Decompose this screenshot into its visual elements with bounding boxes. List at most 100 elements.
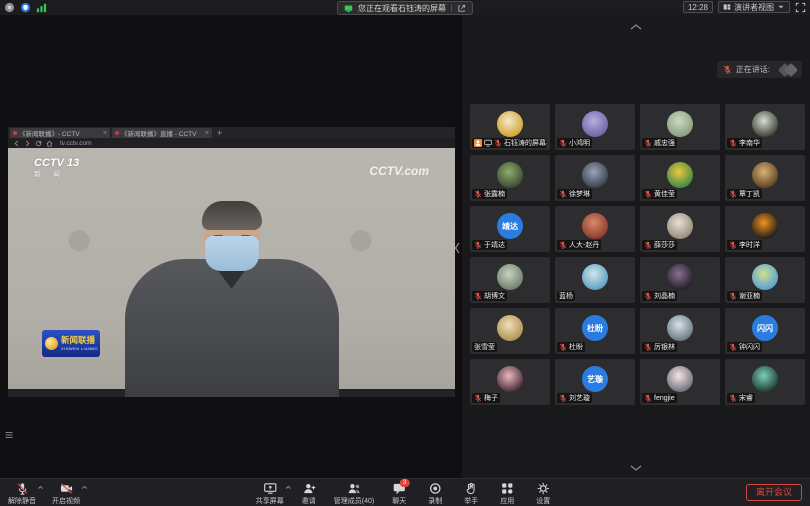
participant-tile[interactable]: 人大-赵丹 <box>555 206 635 252</box>
participant-tile[interactable]: 胡博文 <box>470 257 550 303</box>
participant-nameplate: 宋睿 <box>727 393 755 403</box>
toolbar-item[interactable]: 解除静音 <box>8 482 36 506</box>
participant-name: 覃丁凯 <box>739 189 760 199</box>
screen-share-mini-icon <box>484 139 492 147</box>
participant-tile[interactable]: 张雪莹 <box>470 308 550 354</box>
caret-down-icon <box>777 3 785 11</box>
browser-tab[interactable]: 《新闻联播》- CCTV× <box>10 128 110 138</box>
participant-tile[interactable]: 李南华 <box>725 104 805 150</box>
participant-tile[interactable]: 石钰涛的屏幕共享 <box>470 104 550 150</box>
participant-nameplate: 杜盼 <box>557 342 585 352</box>
participant-tile[interactable]: 戚忠强 <box>640 104 720 150</box>
shield-icon[interactable] <box>20 2 31 13</box>
avatar: 艺璇 <box>582 366 608 392</box>
mic-muted-icon <box>559 343 567 351</box>
channel-logo: CCTV 13 新 闻 <box>34 158 79 178</box>
participant-tile[interactable]: 小鸿明 <box>555 104 635 150</box>
toolbar-item-label: 聊天 <box>392 496 406 506</box>
cctv-watermark: CCTV.com <box>369 164 429 178</box>
participant-tile[interactable]: 梅子 <box>470 359 550 405</box>
toolbar-item[interactable]: 3聊天 <box>388 482 410 506</box>
participant-tile[interactable]: 艺璇刘艺璇 <box>555 359 635 405</box>
view-mode-button[interactable]: 演讲者视图 <box>718 1 790 13</box>
avatar <box>752 264 778 290</box>
toolbar-item[interactable]: 开启视频 <box>52 482 80 506</box>
participant-tile[interactable]: 谢亚楠 <box>725 257 805 303</box>
meeting-toolbar: 解除静音开启视频 共享屏幕邀请管理成员(40)3聊天录制举手应用设置 离开会议 <box>0 478 810 506</box>
program-badge: 新闻联播 XINWEN LIANBO <box>42 330 100 357</box>
fullscreen-icon[interactable] <box>795 2 806 13</box>
participant-name: 于靖达 <box>484 240 505 250</box>
participant-tile[interactable]: 蓝杨 <box>555 257 635 303</box>
participant-name: 谢亚楠 <box>739 291 760 301</box>
back-icon[interactable] <box>13 140 20 147</box>
mic-muted-icon <box>559 394 567 402</box>
avatar <box>667 213 693 239</box>
sidebar-toggle-icon[interactable] <box>4 430 14 440</box>
participant-name: 张雪莹 <box>474 342 495 352</box>
participant-nameplate: 刘艺璇 <box>557 393 592 403</box>
leave-meeting-button[interactable]: 离开会议 <box>746 484 802 501</box>
toolbar-item-label: 录制 <box>428 496 442 506</box>
participant-tile[interactable]: 宋睿 <box>725 359 805 405</box>
participant-tile[interactable]: 张露楠 <box>470 155 550 201</box>
avatar <box>752 111 778 137</box>
participant-tile[interactable]: 黄佳莹 <box>640 155 720 201</box>
participant-grid: 石钰涛的屏幕共享小鸿明戚忠强李南华张露楠徐梦琳黄佳莹覃丁凯靖达于靖达人大-赵丹薛… <box>470 104 805 405</box>
toolbar-item[interactable]: 共享屏幕 <box>256 482 284 506</box>
toolbar-left: 解除静音开启视频 <box>8 482 80 506</box>
toolbar-item[interactable]: 录制 <box>424 482 446 506</box>
meeting-window: 您正在观看石钰涛的屏幕 12:28 演讲者视图 《新闻联播》- CCTV×《新闻… <box>0 0 810 506</box>
avatar <box>582 111 608 137</box>
info-icon[interactable] <box>4 2 15 13</box>
mic-muted-icon <box>729 139 737 147</box>
caret-up-icon[interactable] <box>285 484 292 491</box>
participant-tile[interactable]: fengjie <box>640 359 720 405</box>
toolbar-item-label: 邀请 <box>302 496 316 506</box>
toolbar-item[interactable]: 邀请 <box>298 482 320 506</box>
chat-icon: 3 <box>393 482 406 495</box>
tab-close-icon[interactable]: × <box>205 130 209 137</box>
participant-name: 刘晶楠 <box>654 291 675 301</box>
toolbar-item[interactable]: 管理成员(40) <box>334 482 374 506</box>
participant-tile[interactable]: 靖达于靖达 <box>470 206 550 252</box>
mic-muted-icon <box>644 241 652 249</box>
pill-divider <box>451 4 452 12</box>
participant-nameplate: 胡博文 <box>472 291 507 301</box>
scroll-up-icon[interactable] <box>629 23 643 31</box>
participant-tile[interactable]: 李时洋 <box>725 206 805 252</box>
new-tab-button[interactable]: + <box>217 128 222 138</box>
home-icon[interactable] <box>46 140 53 147</box>
participant-tile[interactable]: 厉银林 <box>640 308 720 354</box>
browser-tab[interactable]: 《新闻联播》直播 - CCTV× <box>112 128 212 138</box>
caret-up-icon[interactable] <box>81 484 88 491</box>
scroll-down-icon[interactable] <box>629 464 643 472</box>
toolbar-item[interactable]: 应用 <box>496 482 518 506</box>
mic-off-icon <box>16 482 29 495</box>
toolbar-item[interactable]: 举手 <box>460 482 482 506</box>
avatar <box>497 162 523 188</box>
toolbar-item-label: 开启视频 <box>52 496 80 506</box>
avatar: 靖达 <box>497 213 523 239</box>
toolbar-item[interactable]: 设置 <box>532 482 554 506</box>
unread-badge: 3 <box>400 479 410 487</box>
forward-icon[interactable] <box>24 140 31 147</box>
tab-close-icon[interactable]: × <box>103 130 107 137</box>
avatar: 闪闪 <box>752 315 778 341</box>
caret-up-icon[interactable] <box>37 484 44 491</box>
pop-out-icon[interactable] <box>457 4 466 13</box>
participant-nameplate: 石钰涛的屏幕共享 <box>472 138 547 148</box>
mic-muted-icon <box>474 241 482 249</box>
participant-tile[interactable]: 徐梦琳 <box>555 155 635 201</box>
participant-tile[interactable]: 闪闪钟闪闪 <box>725 308 805 354</box>
refresh-icon[interactable] <box>35 140 42 147</box>
participant-tile[interactable]: 刘晶楠 <box>640 257 720 303</box>
apps-icon <box>501 482 514 495</box>
collapse-panel-icon[interactable] <box>453 241 461 255</box>
url-text[interactable]: tv.cctv.com <box>60 140 92 147</box>
avatar <box>497 366 523 392</box>
participant-tile[interactable]: 薛莎莎 <box>640 206 720 252</box>
participant-tile[interactable]: 覃丁凯 <box>725 155 805 201</box>
participant-name: 戚忠强 <box>654 138 675 148</box>
participant-tile[interactable]: 杜盼杜盼 <box>555 308 635 354</box>
